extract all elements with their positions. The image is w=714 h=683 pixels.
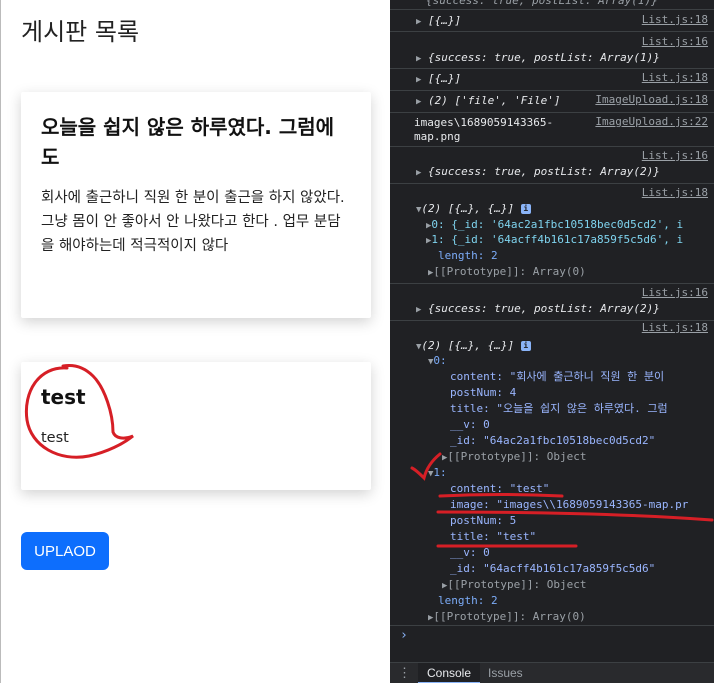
console-text: 1: {_id: '64acff4b161c17a859f5c5d6', i — [431, 233, 684, 246]
console-text: __v: 0 — [450, 546, 490, 559]
console-message[interactable]: List.js:16 ▶ {success: true, postList: A… — [390, 147, 714, 184]
console-text: 1: — [433, 466, 447, 479]
console-text: postNum: 4 — [450, 386, 517, 399]
console-text: map.png — [414, 130, 461, 143]
tab-console[interactable]: Console — [418, 663, 480, 683]
console-message[interactable]: List.js:16 ▶ {success: true, postList: A… — [390, 32, 714, 69]
post-card[interactable]: 오늘을 쉽지 않은 하루였다. 그럼에도 회사에 출근하니 직원 한 분이 출근… — [21, 92, 371, 318]
console-text: [[Prototype]]: Object — [447, 578, 587, 591]
console-text: {success: true, postList: Array(1)} — [428, 51, 660, 64]
post-content: 회사에 출근하니 직원 한 분이 출근을 하지 않았다. 그냥 몸이 안 좋아서… — [41, 190, 345, 254]
console-text: title: "test" — [450, 530, 537, 543]
console-text: (2) ['file', 'File'] — [428, 94, 561, 107]
console-text: image: "images\\1689059143365-map.pr — [450, 498, 689, 511]
tab-issues[interactable]: Issues — [488, 663, 523, 683]
console-text: content: "test" — [450, 482, 550, 495]
console-text: [{…}] — [428, 14, 462, 27]
console-message[interactable]: List.js:16 ▶ {success: true, postList: A… — [390, 284, 714, 321]
console-text: images\1689059143365- — [414, 116, 554, 129]
source-link[interactable]: List.js:18 — [642, 13, 708, 26]
console-message[interactable]: ▶ [{…}] List.js:18 — [390, 10, 714, 32]
expand-triangle-icon[interactable]: ▶ — [416, 97, 421, 107]
source-link[interactable]: List.js:18 — [642, 321, 708, 334]
console-text: length: 2 — [438, 594, 498, 607]
post-content: test — [41, 430, 69, 446]
console-message: {success: true, postList: Array(1)} — [390, 0, 714, 10]
app-pane: 게시판 목록 오늘을 쉽지 않은 하루였다. 그럼에도 회사에 출근하니 직원 … — [0, 0, 390, 683]
source-link[interactable]: List.js:16 — [642, 35, 708, 48]
console-text: __v: 0 — [450, 418, 490, 431]
console-message: images\1689059143365- map.png ImageUploa… — [390, 113, 714, 147]
console-text: 0: {_id: '64ac2a1fbc10518bec0d5cd2', i — [431, 218, 684, 231]
more-icon[interactable]: ⋮ — [398, 666, 411, 681]
console-text: {success: true, postList: Array(2)} — [428, 165, 660, 178]
console-text: _id: "64ac2a1fbc10518bec0d5cd2" — [450, 434, 656, 447]
upload-button[interactable]: UPLAOD — [21, 532, 109, 570]
console-text: [[Prototype]]: Array(0) — [433, 265, 586, 278]
post-card[interactable]: test test — [21, 362, 371, 490]
drawer-tabbar: ⋮ Console Issues — [390, 662, 714, 683]
source-link[interactable]: List.js:16 — [642, 149, 708, 162]
expand-triangle-icon[interactable]: ▶ — [416, 75, 421, 85]
console-text: (2) [{…}, {…}] — [421, 339, 515, 352]
source-link[interactable]: List.js:18 — [642, 186, 708, 199]
console-text: title: "오늘을 쉽지 않은 하루였다. 그럼 — [450, 402, 668, 415]
source-link[interactable]: List.js:16 — [642, 286, 708, 299]
console-message[interactable]: ▶ (2) ['file', 'File'] ImageUpload.js:18 — [390, 91, 714, 113]
console-text: {success: true, postList: Array(1)} — [426, 0, 658, 7]
console-message[interactable]: List.js:18 ▼(2) [{…}, {…}] i ▶0: {_id: '… — [390, 184, 714, 284]
console-prompt[interactable]: › — [400, 628, 408, 643]
console-text: {success: true, postList: Array(2)} — [428, 302, 660, 315]
console-message[interactable]: List.js:18 ▼(2) [{…}, {…}] i ▼0: content… — [390, 321, 714, 626]
info-icon[interactable]: i — [520, 341, 531, 351]
console-text: length: 2 — [438, 249, 498, 262]
console-text: (2) [{…}, {…}] — [421, 202, 515, 215]
expand-triangle-icon[interactable]: ▶ — [416, 168, 421, 178]
console-text: _id: "64acff4b161c17a859f5c5d6" — [450, 562, 656, 575]
console-text: content: "회사에 출근하니 직원 한 분이 — [450, 370, 665, 383]
devtools-console: {success: true, postList: Array(1)} ▶ [{… — [390, 0, 714, 683]
expand-triangle-icon[interactable]: ▶ — [416, 305, 421, 315]
console-text: 0: — [433, 354, 447, 367]
source-link[interactable]: ImageUpload.js:22 — [595, 115, 708, 128]
console-text: [{…}] — [428, 72, 462, 85]
expand-triangle-icon[interactable]: ▶ — [416, 54, 421, 64]
post-title: test — [41, 385, 86, 409]
console-text: [[Prototype]]: Array(0) — [433, 610, 586, 623]
source-link[interactable]: List.js:18 — [642, 71, 708, 84]
post-title: 오늘을 쉽지 않은 하루였다. 그럼에도 — [41, 115, 335, 169]
expand-triangle-icon[interactable]: ▶ — [416, 17, 421, 27]
console-text: [[Prototype]]: Object — [447, 450, 587, 463]
source-link[interactable]: ImageUpload.js:18 — [595, 93, 708, 106]
page-title: 게시판 목록 — [21, 18, 140, 46]
console-message[interactable]: ▶ [{…}] List.js:18 — [390, 69, 714, 91]
console-text: postNum: 5 — [450, 514, 517, 527]
info-icon[interactable]: i — [520, 204, 531, 214]
